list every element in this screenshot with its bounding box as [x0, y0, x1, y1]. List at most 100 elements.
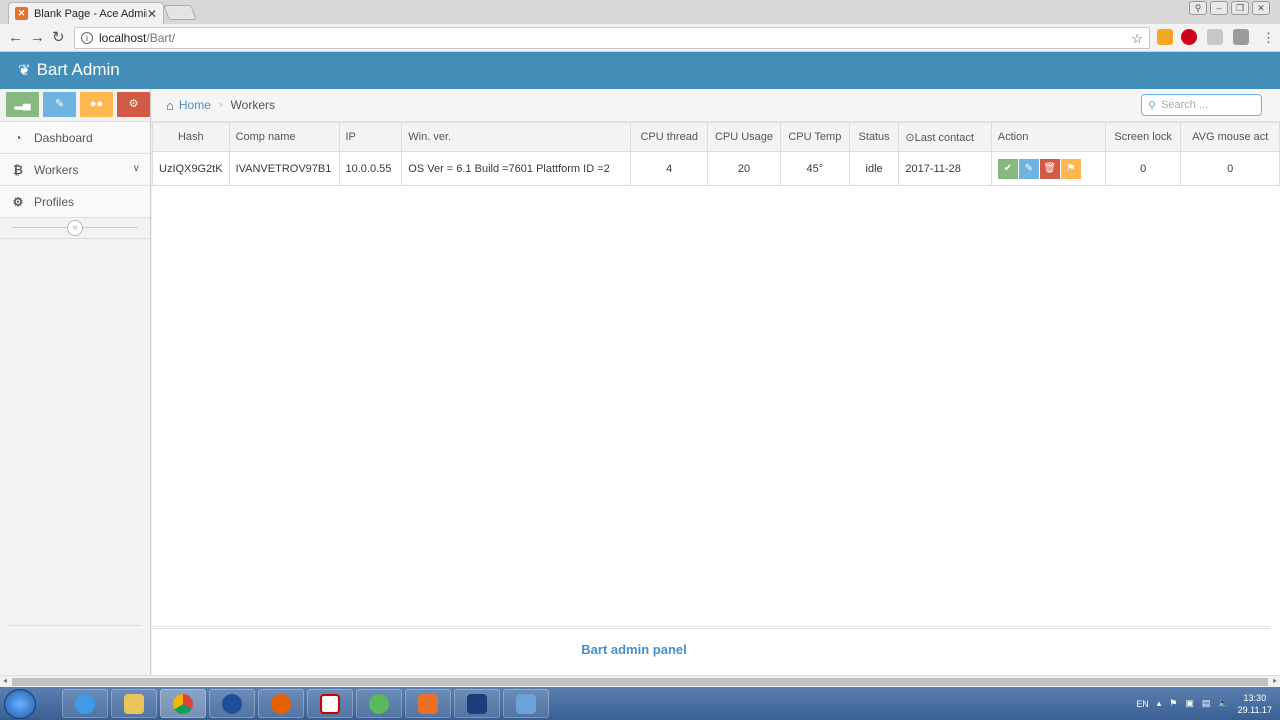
pencil-shortcut-button[interactable]: ✎: [43, 92, 76, 117]
browser-menu-icon[interactable]: ⋮: [1262, 29, 1275, 47]
scroll-right-arrow-icon[interactable]: ▸: [1273, 676, 1277, 685]
rss-extension-icon[interactable]: [1157, 29, 1173, 45]
taskbar-firefox[interactable]: [258, 689, 304, 718]
column-header-cpu-usage[interactable]: CPU Usage: [707, 122, 781, 152]
users-shortcut-button[interactable]: ●●: [80, 92, 113, 117]
approve-button[interactable]: ✔: [997, 158, 1018, 179]
search-icon: ⚲: [1148, 99, 1157, 112]
taskbar-app-blue[interactable]: [209, 689, 255, 718]
chrome-icon: [173, 693, 193, 714]
breadcrumb-separator-icon: ›: [218, 99, 223, 111]
language-indicator[interactable]: EN: [1136, 699, 1149, 709]
delete-button[interactable]: 🗑: [1039, 158, 1060, 179]
windows-taskbar: EN ▴ ⚑ ▣ ▤ 🔈 13:30 29.11.17: [0, 687, 1280, 720]
pencil-icon: ✎: [54, 98, 65, 110]
bitcoin-icon: ₿: [13, 162, 23, 177]
browser-tabstrip: ✕ Blank Page - Ace Admin ✕ ⚲ – ❐ ✕: [0, 0, 1280, 24]
new-tab-button[interactable]: [163, 5, 197, 20]
breadcrumb-home-link[interactable]: Home: [179, 98, 211, 112]
column-header-cpu-thread[interactable]: CPU thread: [630, 122, 709, 152]
users-icon: ●●: [89, 98, 104, 110]
vpn-extension-icon[interactable]: [1233, 29, 1249, 45]
sidebar-collapse-bar: «: [0, 217, 150, 239]
cell-cpu-usage: 20: [707, 151, 781, 186]
browser-tab[interactable]: ✕ Blank Page - Ace Admin ✕: [8, 2, 164, 24]
column-header-avg-mouse-act[interactable]: AVG mouse act: [1180, 122, 1280, 152]
edit-button[interactable]: ✎: [1018, 158, 1039, 179]
brand-title: Bart Admin: [36, 60, 120, 79]
minimize-icon[interactable]: –: [1210, 1, 1228, 15]
flag-icon: ⚑: [1066, 162, 1076, 174]
double-angle-left-icon[interactable]: «: [67, 220, 83, 236]
flag-button[interactable]: ⚑: [1060, 158, 1081, 179]
app-icon: [222, 693, 242, 714]
cogs-shortcut-button[interactable]: ⚙: [117, 92, 150, 117]
taskbar-xampp[interactable]: [405, 689, 451, 718]
taskbar-virtualbox[interactable]: [503, 689, 549, 718]
tab-close-icon[interactable]: ✕: [147, 7, 157, 21]
network-tray-icon[interactable]: ▤: [1202, 698, 1211, 709]
cell-last-contact: 2017-11-28: [898, 151, 992, 186]
reload-icon[interactable]: ↻: [52, 29, 65, 47]
scroll-left-arrow-icon[interactable]: ◂: [3, 676, 7, 685]
close-window-icon[interactable]: ✕: [1252, 1, 1270, 15]
user-profile-icon[interactable]: ⚲: [1189, 1, 1207, 15]
table-row[interactable]: UzIQX9G2tK IVANVETROV97B1 10.0.0.55 OS V…: [152, 151, 1280, 186]
taskbar-utorrent[interactable]: [356, 689, 402, 718]
adblock-extension-icon[interactable]: [1181, 29, 1197, 45]
chevron-down-icon[interactable]: ∨: [133, 163, 140, 174]
column-header-ip[interactable]: IP: [338, 122, 403, 152]
column-header-last-contact[interactable]: ⊙Last contact: [898, 122, 992, 152]
cogs-icon: ⚙: [12, 194, 24, 209]
signal-shortcut-button[interactable]: ▂▄: [6, 92, 39, 117]
flag-tray-icon[interactable]: ⚑: [1169, 698, 1177, 709]
back-arrow-icon[interactable]: ←: [8, 29, 23, 47]
device-tray-icon[interactable]: ▣: [1185, 698, 1194, 709]
clock[interactable]: 13:30 29.11.17: [1238, 692, 1272, 716]
cell-ip: 10.0.0.55: [338, 151, 403, 186]
taskbar-explorer[interactable]: [111, 689, 157, 718]
column-header-screen-lock[interactable]: Screen lock: [1104, 122, 1182, 152]
window-controls: ⚲ – ❐ ✕: [1189, 1, 1270, 15]
search-box[interactable]: ⚲: [1141, 94, 1262, 116]
shield-extension-icon[interactable]: [1207, 29, 1223, 45]
cell-status: idle: [848, 151, 900, 186]
sidebar-shortcuts: ▂▄ ✎ ●● ⚙: [6, 92, 150, 117]
column-header-win-ver[interactable]: Win. ver.: [401, 122, 632, 152]
sidebar-item-dashboard[interactable]: ◔ Dashboard: [0, 122, 150, 154]
maximize-icon[interactable]: ❐: [1231, 1, 1249, 15]
tab-title: Blank Page - Ace Admin: [34, 7, 147, 20]
volume-icon[interactable]: 🔈: [1218, 698, 1229, 709]
search-input[interactable]: [1161, 99, 1257, 111]
info-icon[interactable]: i: [81, 32, 93, 44]
cell-cpu-thread: 4: [630, 151, 709, 186]
scrollbar-thumb[interactable]: [12, 678, 1268, 686]
url-host: localhost: [99, 31, 147, 45]
divider: [8, 625, 142, 626]
horizontal-scrollbar[interactable]: ◂ ▸: [0, 675, 1280, 687]
taskbar-chrome[interactable]: [160, 689, 206, 718]
sidebar-item-workers[interactable]: ₿ Workers ∨: [0, 154, 150, 186]
start-button[interactable]: [4, 689, 36, 719]
cell-hash: UzIQX9G2tK: [152, 151, 230, 186]
xampp-icon: [418, 693, 438, 714]
brand[interactable]: ❦ Bart Admin: [18, 60, 120, 80]
tray-expand-icon[interactable]: ▴: [1157, 698, 1162, 709]
column-header-action[interactable]: Action: [990, 122, 1106, 152]
taskbar-ie[interactable]: [62, 689, 108, 718]
bookmark-star-icon[interactable]: ☆: [1131, 31, 1143, 47]
taskbar-acrobat[interactable]: [307, 689, 353, 718]
column-header-cpu-temp[interactable]: CPU Temp: [779, 122, 850, 152]
column-header-comp-name[interactable]: Comp name: [228, 122, 340, 152]
column-header-hash[interactable]: Hash: [152, 122, 230, 152]
column-header-status[interactable]: Status: [848, 122, 900, 152]
folder-icon: [124, 693, 144, 714]
column-header-last-contact-label: Last contact: [914, 131, 974, 144]
sidebar-item-label: Dashboard: [34, 130, 93, 145]
home-icon: ⌂: [166, 97, 174, 113]
taskbar-save-app[interactable]: [454, 689, 500, 718]
sidebar-item-profiles[interactable]: ⚙ Profiles: [0, 186, 150, 218]
forward-arrow-icon[interactable]: →: [30, 29, 45, 47]
address-bar[interactable]: i localhost/Bart/ ☆: [74, 27, 1150, 49]
pencil-icon: ✎: [1024, 162, 1033, 174]
